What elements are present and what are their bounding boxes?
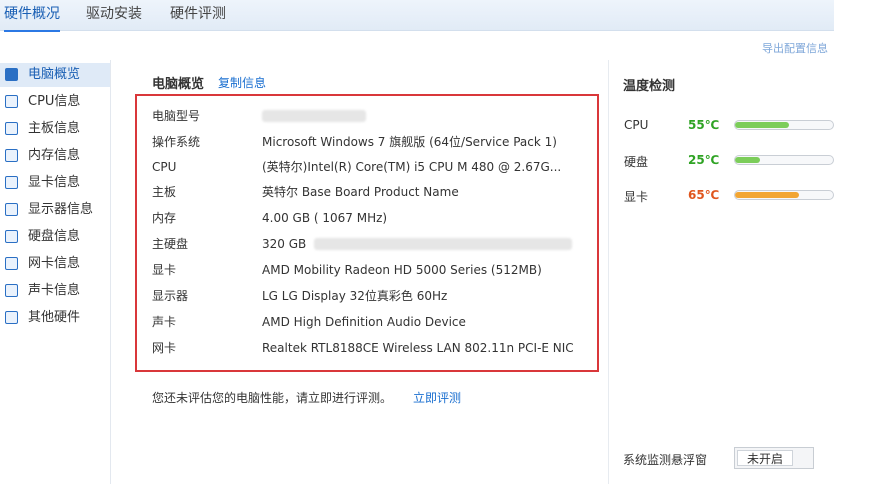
memory-icon — [5, 149, 18, 162]
sidebar-item-label: 内存信息 — [28, 148, 81, 163]
start-benchmark-link[interactable]: 立即评测 — [413, 389, 461, 406]
temp-gauge — [734, 120, 834, 130]
info-label: 操作系统 — [152, 135, 201, 149]
info-label: CPU — [152, 160, 177, 174]
info-value: 英特尔 Base Board Product Name — [262, 185, 459, 199]
info-value: LG LG Display 32位真彩色 60Hz — [262, 289, 448, 303]
info-label: 网卡 — [152, 341, 177, 355]
temp-value: 65℃ — [688, 188, 720, 202]
temp-row-graphics: 显卡 65℃ — [624, 186, 834, 206]
hard-disk-icon — [5, 230, 18, 243]
redacted-value — [314, 238, 572, 250]
info-value: Microsoft Windows 7 旗舰版 (64位/Service Pac… — [262, 135, 557, 149]
overview-title: 电脑概览 — [152, 77, 205, 92]
sidebar-item-computer-overview[interactable]: 电脑概览 — [0, 63, 110, 87]
tab-hardware-benchmark[interactable]: 硬件评测 — [170, 0, 226, 30]
sidebar-item-label: 主板信息 — [28, 121, 81, 136]
sidebar-item-label: 电脑概览 — [28, 67, 81, 82]
temp-value: 55℃ — [688, 118, 720, 132]
info-value: 4.00 GB ( 1067 MHz) — [262, 211, 388, 225]
info-value: AMD Mobility Radeon HD 5000 Series (512M… — [262, 263, 542, 277]
sidebar-item-memory[interactable]: 内存信息 — [0, 144, 110, 168]
system-monitor-label: 系统监测悬浮窗 — [623, 453, 708, 467]
temp-gauge-fill — [735, 122, 789, 128]
graphics-card-icon — [5, 176, 18, 189]
sidebar-item-label: 显卡信息 — [28, 175, 81, 190]
temp-gauge-fill — [735, 192, 799, 198]
sidebar-item-sound-card[interactable]: 声卡信息 — [0, 279, 110, 303]
motherboard-icon — [5, 122, 18, 135]
temp-name: 硬盘 — [624, 155, 649, 169]
tab-driver-install[interactable]: 驱动安装 — [86, 0, 142, 30]
temp-name: CPU — [624, 118, 649, 132]
copy-info-link[interactable]: 复制信息 — [218, 74, 266, 91]
sidebar-item-cpu[interactable]: CPU信息 — [0, 90, 110, 114]
computer-icon — [5, 68, 18, 81]
sound-card-icon — [5, 284, 18, 297]
system-monitor-toggle[interactable]: 未开启 — [734, 447, 814, 469]
monitor-icon — [5, 203, 18, 216]
info-value: AMD High Definition Audio Device — [262, 315, 466, 329]
cpu-icon — [5, 95, 18, 108]
sidebar-item-hard-disk[interactable]: 硬盘信息 — [0, 225, 110, 249]
sidebar-item-label: 硬盘信息 — [28, 229, 81, 244]
sidebar-item-label: 显示器信息 — [28, 202, 94, 217]
sidebar-item-network-card[interactable]: 网卡信息 — [0, 252, 110, 276]
sidebar-item-label: CPU信息 — [28, 94, 81, 109]
right-gutter — [834, 0, 882, 484]
sidebar-item-motherboard[interactable]: 主板信息 — [0, 117, 110, 141]
info-label: 内存 — [152, 211, 177, 225]
temp-row-hard-disk: 硬盘 25℃ — [624, 151, 834, 171]
temp-gauge-fill — [735, 157, 760, 163]
temperature-title: 温度检测 — [623, 79, 676, 94]
sidebar: 电脑概览 CPU信息 主板信息 内存信息 显卡信息 显示器信息 硬盘信息 网卡信… — [0, 60, 111, 484]
info-label: 主板 — [152, 185, 177, 199]
temp-gauge — [734, 190, 834, 200]
temp-row-cpu: CPU 55℃ — [624, 116, 834, 136]
temp-name: 显卡 — [624, 190, 649, 204]
info-label: 声卡 — [152, 315, 177, 329]
sidebar-item-other-hardware[interactable]: 其他硬件 — [0, 306, 110, 330]
info-label: 显示器 — [152, 289, 189, 303]
tab-hardware-overview[interactable]: 硬件概况 — [4, 0, 60, 32]
info-label: 显卡 — [152, 263, 177, 277]
info-label: 电脑型号 — [152, 109, 201, 123]
temp-gauge — [734, 155, 834, 165]
sidebar-item-label: 其他硬件 — [28, 310, 81, 325]
sidebar-item-monitor[interactable]: 显示器信息 — [0, 198, 110, 222]
export-config-link[interactable]: 导出配置信息 — [762, 40, 828, 56]
network-card-icon — [5, 257, 18, 270]
info-value: Realtek RTL8188CE Wireless LAN 802.11n P… — [262, 341, 574, 355]
info-value: (英特尔)Intel(R) Core(TM) i5 CPU M 480 @ 2.… — [262, 160, 562, 174]
sidebar-item-label: 网卡信息 — [28, 256, 81, 271]
top-tab-bar: 硬件概况 驱动安装 硬件评测 — [0, 0, 834, 32]
sidebar-item-label: 声卡信息 — [28, 283, 81, 298]
redacted-value — [262, 110, 366, 122]
benchmark-status-text: 您还未评估您的电脑性能，请立即进行评测。 — [152, 391, 393, 405]
other-hardware-icon — [5, 311, 18, 324]
info-label: 主硬盘 — [152, 237, 189, 251]
temp-value: 25℃ — [688, 153, 720, 167]
toggle-state-label: 未开启 — [737, 450, 793, 466]
sidebar-item-graphics-card[interactable]: 显卡信息 — [0, 171, 110, 195]
